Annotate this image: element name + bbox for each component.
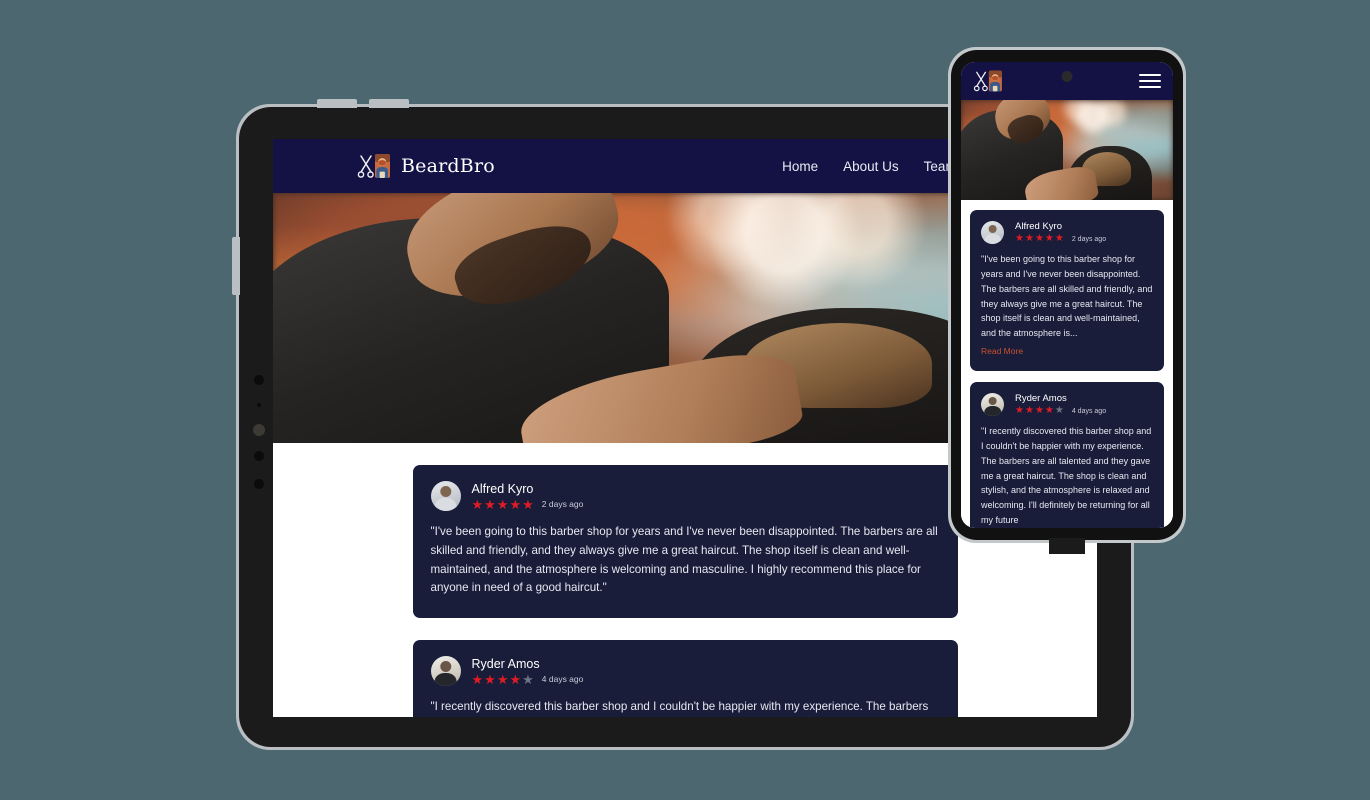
review-rating-line: ★ ★ ★ ★ ★ 2 days ago <box>472 498 584 511</box>
phone-screen: BeardBro <box>961 62 1173 528</box>
star-rating: ★ ★ ★ ★ ★ <box>472 673 534 686</box>
review-card: Alfred Kyro ★ ★ ★ ★ ★ 2 days ago "I've b… <box>970 210 1164 372</box>
hamburger-menu-icon[interactable] <box>1139 74 1161 88</box>
hamburger-line <box>1139 86 1161 88</box>
review-timestamp: 2 days ago <box>541 499 584 509</box>
tablet-camera-tertiary-icon <box>254 479 264 489</box>
tablet-power-button[interactable] <box>232 237 240 295</box>
star-icon: ★ <box>1054 233 1064 244</box>
star-empty-icon: ★ <box>522 671 534 687</box>
review-meta: Alfred Kyro ★ ★ ★ ★ ★ 2 days ago <box>1015 221 1106 244</box>
hamburger-line <box>1139 80 1161 82</box>
nav-item-about-us[interactable]: About Us <box>843 159 899 174</box>
star-icon: ★ <box>484 671 496 687</box>
hero-foreground <box>961 100 1173 200</box>
brand-logo[interactable]: BeardBro <box>357 151 495 181</box>
star-icon: ★ <box>496 496 509 512</box>
review-header: Ryder Amos ★ ★ ★ ★ ★ 4 days ago <box>981 393 1153 417</box>
star-icon: ★ <box>1024 233 1034 244</box>
phone-device-mockup: BeardBro <box>948 47 1186 554</box>
tablet-volume-up-button[interactable] <box>317 99 357 108</box>
reviewer-name: Ryder Amos <box>471 656 540 671</box>
star-empty-icon: ★ <box>1054 405 1064 417</box>
review-timestamp: 2 days ago <box>1071 235 1107 243</box>
star-icon: ★ <box>509 671 522 687</box>
star-icon: ★ <box>484 496 496 512</box>
phone-bottom-connector <box>1049 538 1085 554</box>
star-icon: ★ <box>1024 405 1034 417</box>
star-icon: ★ <box>496 671 509 687</box>
reviewer-name: Alfred Kyro <box>1015 221 1062 232</box>
star-rating: ★ ★ ★ ★ ★ <box>472 498 534 511</box>
star-icon: ★ <box>1034 233 1044 244</box>
review-text: "I recently discovered this barber shop … <box>430 700 929 714</box>
reviewer-name: Alfred Kyro <box>471 481 534 496</box>
barber-scissors-logo-icon <box>973 68 1003 94</box>
review-text: "I recently discovered this barber shop … <box>981 426 1152 526</box>
review-timestamp: 4 days ago <box>1071 407 1107 415</box>
star-rating: ★ ★ ★ ★ ★ <box>1015 406 1064 416</box>
star-icon: ★ <box>471 671 484 687</box>
star-icon: ★ <box>522 496 534 512</box>
barber-scissors-logo-icon <box>357 151 391 181</box>
review-header: Alfred Kyro ★ ★ ★ ★ ★ 2 days ago <box>430 481 940 511</box>
avatar <box>981 221 1004 244</box>
review-rating-line: ★ ★ ★ ★ ★ 4 days ago <box>472 673 584 686</box>
star-icon: ★ <box>1015 233 1024 244</box>
phone-bezel: BeardBro <box>951 50 1183 554</box>
tablet-sensor-icon <box>257 403 261 407</box>
review-header: Alfred Kyro ★ ★ ★ ★ ★ 2 days ago <box>981 221 1153 244</box>
star-icon: ★ <box>1044 405 1054 417</box>
tablet-camera-icon <box>254 375 264 385</box>
tablet-volume-down-button[interactable] <box>369 99 409 108</box>
review-text: "I've been going to this barber shop for… <box>430 525 938 595</box>
hero-image-mobile <box>961 100 1173 200</box>
avatar <box>430 481 461 511</box>
review-meta: Alfred Kyro ★ ★ ★ ★ ★ 2 days ago <box>472 482 584 511</box>
review-rating-line: ★ ★ ★ ★ ★ 2 days ago <box>1015 234 1106 244</box>
review-card: Ryder Amos ★ ★ ★ ★ ★ 4 days ago "I recen… <box>970 382 1164 528</box>
review-card: Ryder Amos ★ ★ ★ ★ ★ 4 days ago "I recen… <box>412 640 958 717</box>
star-icon: ★ <box>1034 405 1044 417</box>
avatar <box>430 656 461 687</box>
review-rating-line: ★ ★ ★ ★ ★ 4 days ago <box>1015 406 1106 416</box>
review-header: Ryder Amos ★ ★ ★ ★ ★ 4 days ago <box>430 656 940 687</box>
read-more-link[interactable]: Read More <box>981 346 1023 356</box>
star-icon: ★ <box>1015 405 1024 417</box>
star-rating: ★ ★ ★ ★ ★ <box>1015 234 1064 244</box>
hamburger-line <box>1139 74 1161 76</box>
reviews-section-mobile: Alfred Kyro ★ ★ ★ ★ ★ 2 days ago "I've b… <box>961 200 1173 528</box>
brand-name: BeardBro <box>401 155 495 177</box>
tablet-camera-secondary-icon <box>254 451 264 461</box>
star-icon: ★ <box>509 496 522 512</box>
phone-front-camera-icon <box>1061 71 1073 82</box>
star-icon: ★ <box>471 496 484 512</box>
reviewer-name: Ryder Amos <box>1015 393 1067 405</box>
review-text: "I've been going to this barber shop for… <box>981 254 1153 339</box>
review-meta: Ryder Amos ★ ★ ★ ★ ★ 4 days ago <box>472 657 584 686</box>
avatar <box>981 393 1004 417</box>
brand-logo-mobile[interactable]: BeardBro <box>973 68 1003 94</box>
review-card: Alfred Kyro ★ ★ ★ ★ ★ 2 days ago "I've b… <box>412 465 958 619</box>
star-icon: ★ <box>1044 233 1054 244</box>
review-timestamp: 4 days ago <box>541 674 584 685</box>
tablet-speaker-icon <box>253 424 265 436</box>
review-meta: Ryder Amos ★ ★ ★ ★ ★ 4 days ago <box>1015 393 1106 416</box>
nav-item-home[interactable]: Home <box>782 159 818 174</box>
